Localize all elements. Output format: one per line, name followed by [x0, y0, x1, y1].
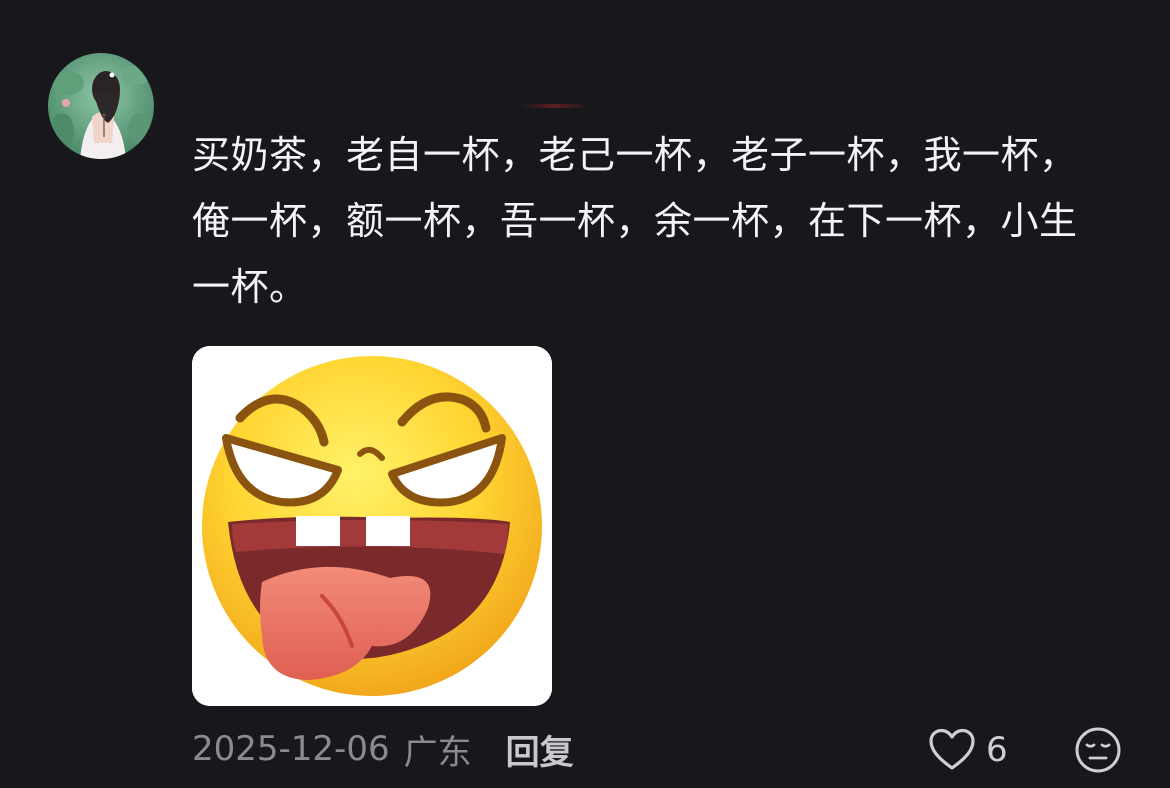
emoji-face-icon [1075, 727, 1121, 773]
comment-text: 买奶茶，老自一杯，老己一杯，老子一杯，我一杯，俺一杯，额一杯，吾一杯，余一杯，在… [192, 133, 1078, 309]
sticker-image[interactable] [192, 346, 552, 706]
comment-meta: 2025-12-06 广东 回复 [192, 724, 574, 774]
comment-date: 2025-12-06 [192, 729, 390, 769]
reply-button[interactable]: 回复 [506, 725, 574, 774]
like-count: 6 [986, 730, 1008, 770]
avatar-photo-icon [48, 53, 154, 159]
like-button[interactable]: 6 [928, 724, 1008, 776]
emoji-reaction-button[interactable] [1074, 726, 1122, 774]
comment-location: 广东 [403, 732, 472, 773]
grinning-tongue-out-emoji-icon [192, 346, 552, 706]
user-avatar[interactable] [48, 53, 154, 159]
username-mark [520, 104, 590, 108]
heart-outline-icon [929, 728, 975, 770]
